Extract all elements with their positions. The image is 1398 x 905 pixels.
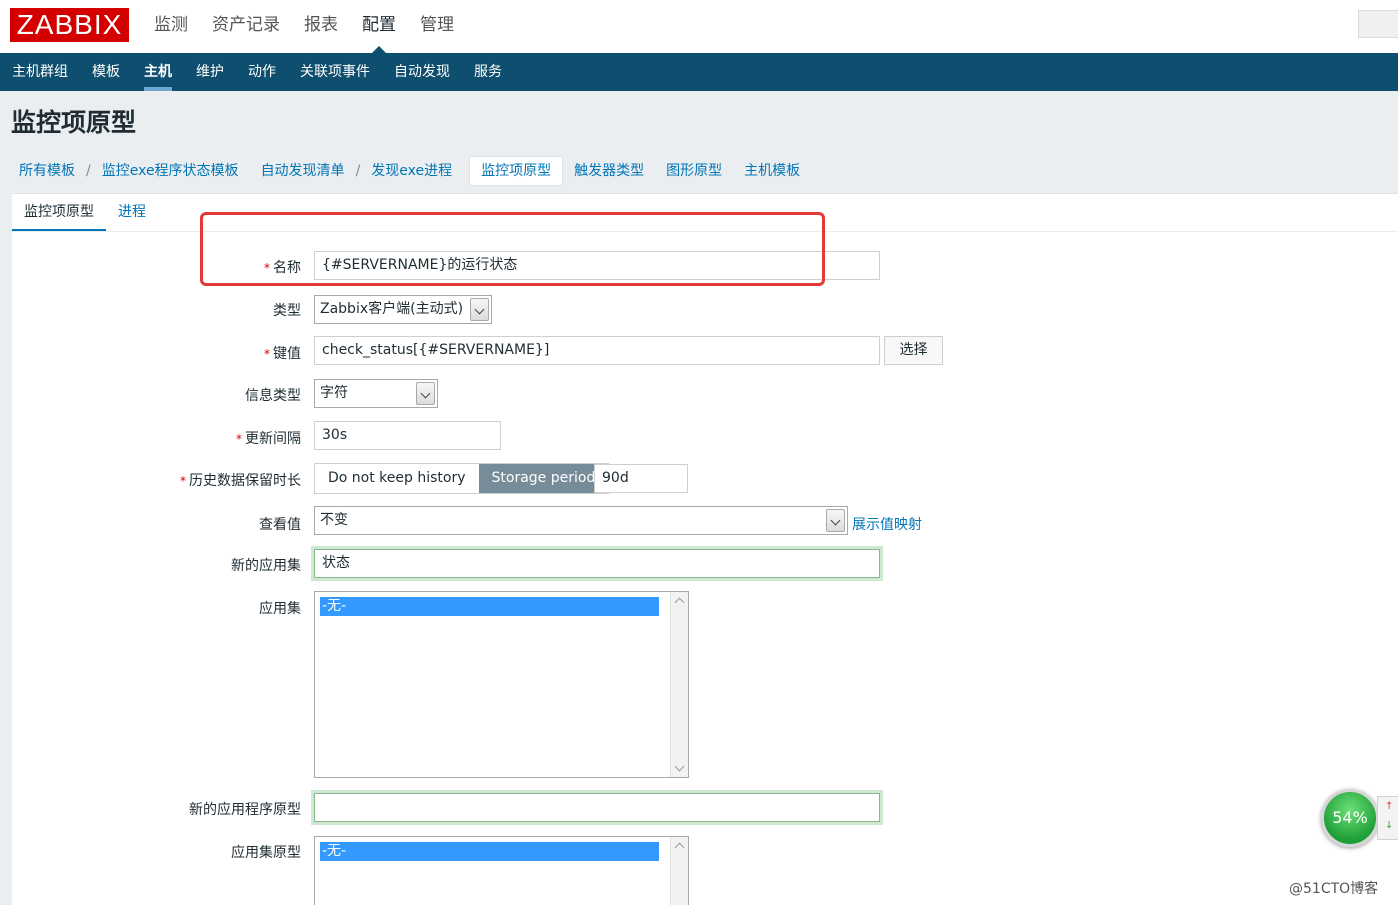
form-tabs: 监控项原型 进程 — [12, 194, 158, 232]
list-item[interactable]: -无- — [320, 842, 659, 861]
new-app-prototype-input[interactable] — [314, 793, 880, 822]
breadcrumb-host-prototypes[interactable]: 主机模板 — [733, 157, 811, 185]
chevron-down-icon — [674, 761, 685, 772]
menu-reports[interactable]: 报表 — [292, 0, 350, 53]
applications-listbox[interactable]: -无- — [314, 591, 689, 778]
breadcrumb-discovery-list[interactable]: 自动发现清单 — [250, 157, 356, 185]
breadcrumb-all-templates[interactable]: 所有模板 — [8, 157, 86, 185]
applications-label: 应用集 — [259, 601, 301, 617]
menu-administration[interactable]: 管理 — [408, 0, 466, 53]
breadcrumb-template[interactable]: 监控exe程序状态模板 — [91, 157, 250, 185]
arrow-up-icon: ↑ — [1385, 801, 1394, 812]
storage-period-option[interactable]: Storage period — [478, 464, 609, 493]
info-type-label: 信息类型 — [245, 388, 301, 404]
top-header: ZABBIX 监测 资产记录 报表 配置 管理 — [0, 0, 1398, 53]
subnav-correlation[interactable]: 关联项事件 — [288, 53, 382, 91]
form-panel: 监控项原型 进程 * 名称 {#SERVERNAME}的运行状态 类型 Zabbi… — [12, 193, 1398, 905]
app-prototypes-label: 应用集原型 — [231, 845, 301, 861]
chevron-up-icon — [674, 842, 685, 853]
history-period-input[interactable]: 90d — [594, 464, 688, 493]
valuemap-label: 查看值 — [259, 517, 301, 533]
gauge-side-panel: ↑ ↓ — [1377, 796, 1398, 840]
subnav-hosts[interactable]: 主机 — [132, 53, 184, 91]
chevron-down-icon — [826, 509, 845, 532]
subnav-templates[interactable]: 模板 — [80, 53, 132, 91]
interval-label: * 更新间隔 — [236, 431, 301, 447]
subnav-host-groups[interactable]: 主机群组 — [0, 53, 80, 91]
app-prototypes-listbox[interactable]: -无- — [314, 836, 689, 905]
do-not-keep-history-option[interactable]: Do not keep history — [315, 464, 479, 493]
interval-input[interactable]: 30s — [314, 421, 501, 450]
breadcrumb-graph-prototypes[interactable]: 图形原型 — [655, 157, 733, 185]
breadcrumb: 所有模板 / 监控exe程序状态模板 自动发现清单 / 发现exe进程 监控项原… — [8, 156, 811, 186]
tab-item-prototype[interactable]: 监控项原型 — [12, 194, 106, 232]
valuemap-select[interactable]: 不变 — [314, 506, 848, 535]
list-item[interactable]: -无- — [320, 597, 659, 616]
scrollbar[interactable] — [670, 837, 688, 905]
menu-configuration[interactable]: 配置 — [350, 0, 408, 53]
history-mode-toggle: Do not keep history Storage period — [314, 463, 610, 494]
subnav-discovery[interactable]: 自动发现 — [382, 53, 462, 91]
subnav-services[interactable]: 服务 — [462, 53, 514, 91]
breadcrumb-item-prototypes[interactable]: 监控项原型 — [469, 156, 564, 186]
subnav-actions[interactable]: 动作 — [236, 53, 288, 91]
search-box[interactable] — [1358, 10, 1398, 38]
main-menu: 监测 资产记录 报表 配置 管理 — [142, 0, 466, 53]
info-type-select[interactable]: 字符 — [314, 379, 438, 408]
select-button[interactable]: 选择 — [884, 336, 943, 365]
speed-gauge[interactable]: 54% — [1321, 789, 1379, 847]
watermark: @51CTO博客 — [1289, 881, 1379, 897]
new-application-label: 新的应用集 — [231, 558, 301, 574]
chevron-up-icon — [674, 597, 685, 608]
chevron-down-icon — [416, 382, 435, 405]
page-title: 监控项原型 — [11, 108, 137, 137]
sub-navigation: 主机群组 模板 主机 维护 动作 关联项事件 自动发现 服务 — [0, 53, 1398, 91]
arrow-down-icon: ↓ — [1385, 820, 1394, 831]
show-valuemap-link[interactable]: 展示值映射 — [852, 514, 922, 534]
breadcrumb-trigger-prototypes[interactable]: 触发器类型 — [563, 157, 655, 185]
menu-inventory[interactable]: 资产记录 — [200, 0, 292, 53]
menu-monitoring[interactable]: 监测 — [142, 0, 200, 53]
required-mark: * — [264, 347, 270, 361]
chevron-down-icon — [470, 298, 489, 321]
tab-process[interactable]: 进程 — [106, 194, 158, 232]
new-application-input[interactable]: 状态 — [314, 549, 880, 578]
scrollbar[interactable] — [670, 592, 688, 777]
new-app-prototype-label: 新的应用程序原型 — [189, 802, 301, 818]
type-select[interactable]: Zabbix客户端(主动式) — [314, 295, 492, 324]
required-mark: * — [180, 474, 186, 488]
zabbix-logo[interactable]: ZABBIX — [10, 8, 129, 42]
history-label: * 历史数据保留时长 — [180, 473, 301, 489]
subnav-maintenance[interactable]: 维护 — [184, 53, 236, 91]
breadcrumb-discovery-rule[interactable]: 发现exe进程 — [360, 157, 463, 185]
key-input[interactable]: check_status[{#SERVERNAME}] — [314, 336, 880, 365]
key-label: * 键值 — [264, 346, 301, 362]
type-label: 类型 — [273, 303, 301, 319]
highlight-annotation-box — [200, 212, 825, 286]
required-mark: * — [236, 432, 242, 446]
